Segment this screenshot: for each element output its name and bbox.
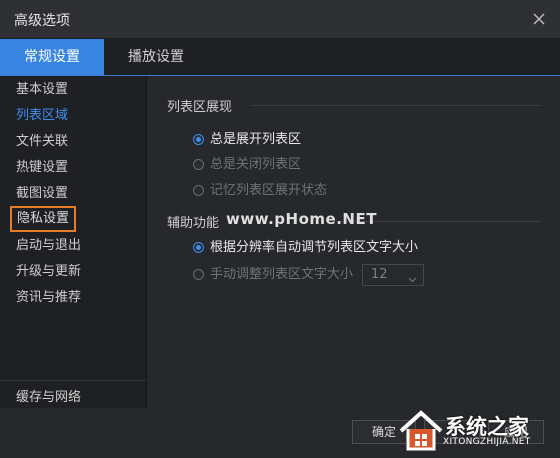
radio-button[interactable] (193, 185, 204, 196)
sidebar: 基本设置 列表区域 文件关联 热键设置 截图设置 隐私设置 启动与退出 升级与更… (0, 76, 147, 408)
sidebar-item-basic[interactable]: 基本设置 (16, 80, 68, 100)
radio-button[interactable] (193, 159, 204, 170)
watermark-text: www.pHome.NET (226, 210, 377, 228)
sidebar-item-news[interactable]: 资讯与推荐 (16, 288, 81, 308)
chevron-down-icon (408, 272, 417, 287)
section-title-assist: 辅助功能 (167, 216, 220, 231)
watermark-logo-subtext: XITONGZHIJIA.NET (443, 437, 531, 447)
sidebar-item-list-area[interactable]: 列表区域 (16, 106, 68, 126)
radio-button[interactable] (193, 242, 204, 253)
radio-label: 手动调整列表区文字大小 (210, 267, 354, 282)
sidebar-item-upgrade[interactable]: 升级与更新 (16, 262, 81, 282)
radio-label: 总是关闭列表区 (210, 157, 302, 172)
sidebar-item-screenshot[interactable]: 截图设置 (16, 184, 68, 204)
radio-label: 根据分辨率自动调节列表区文字大小 (210, 240, 419, 255)
radio-button[interactable] (193, 269, 204, 280)
window-title: 高级选项 (14, 13, 70, 29)
watermark-logo: 系统之家 XITONGZHIJIA.NET (395, 405, 560, 458)
tab-bar: 常规设置 播放设置 (0, 39, 560, 76)
sidebar-bottom: 缓存与网络 (0, 380, 146, 411)
font-size-select[interactable]: 12 (362, 264, 424, 286)
tab-general-settings[interactable]: 常规设置 (0, 39, 104, 75)
close-icon[interactable] (528, 8, 550, 30)
section-title-list-display: 列表区展现 (167, 100, 233, 115)
radio-label: 记忆列表区展开状态 (210, 183, 328, 198)
sidebar-item-hotkeys[interactable]: 热键设置 (16, 158, 68, 178)
section-divider (251, 105, 541, 106)
settings-panel: 列表区展现 总是展开列表区 总是关闭列表区 记忆列表区展开状态 辅助功能 根据分… (147, 76, 560, 408)
sidebar-item-file-association[interactable]: 文件关联 (16, 132, 68, 152)
title-bar: 高级选项 (0, 0, 560, 39)
house-icon (399, 410, 443, 451)
sidebar-item-startup-exit[interactable]: 启动与退出 (16, 236, 81, 256)
sidebar-item-privacy[interactable]: 隐私设置 (10, 206, 77, 232)
radio-button[interactable] (193, 134, 204, 145)
radio-label: 总是展开列表区 (210, 132, 302, 147)
tab-playback-settings[interactable]: 播放设置 (104, 39, 208, 75)
sidebar-item-cache-network[interactable]: 缓存与网络 (16, 386, 81, 405)
font-size-value: 12 (371, 267, 388, 282)
